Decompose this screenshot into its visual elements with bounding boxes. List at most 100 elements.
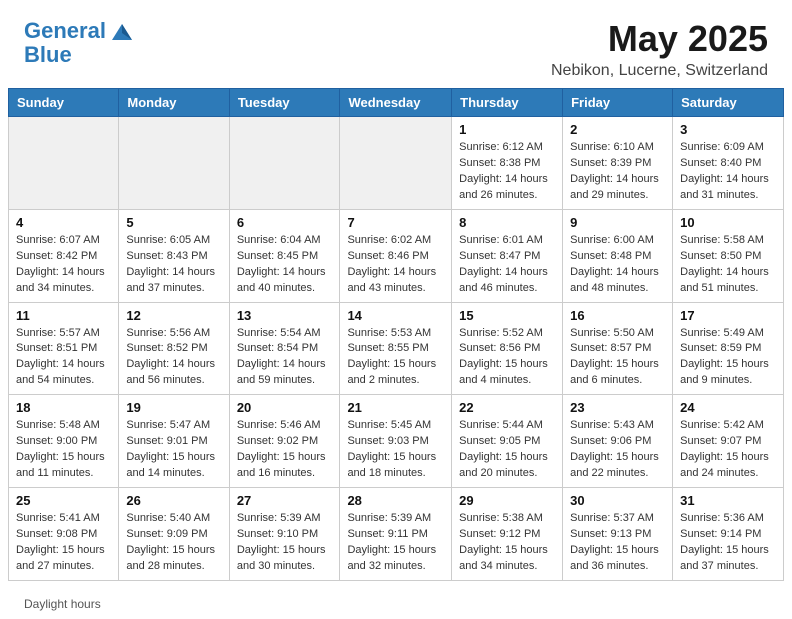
day-number: 17 <box>680 308 776 323</box>
day-cell-24: 24Sunrise: 5:42 AMSunset: 9:07 PMDayligh… <box>673 395 784 488</box>
day-info: Sunrise: 6:07 AMSunset: 8:42 PMDaylight:… <box>16 233 111 297</box>
day-cell-22: 22Sunrise: 5:44 AMSunset: 9:05 PMDayligh… <box>452 395 563 488</box>
logo: General Blue <box>24 18 138 68</box>
day-cell-13: 13 Sunrise: 5:54 AMSunset: 8:54 PMDayligh… <box>229 302 340 395</box>
day-info: Sunrise: 5:46 AMSunset: 9:02 PMDaylight:… <box>237 418 333 482</box>
day-cell-9: 9Sunrise: 6:00 AMSunset: 8:48 PMDaylight… <box>563 209 673 302</box>
day-cell-30: 30Sunrise: 5:37 AMSunset: 9:13 PMDayligh… <box>563 488 673 581</box>
day-cell-29: 29Sunrise: 5:38 AMSunset: 9:12 PMDayligh… <box>452 488 563 581</box>
day-cell-empty-0-1 <box>119 117 229 210</box>
location-title: Nebikon, Lucerne, Switzerland <box>551 62 768 80</box>
day-info: Sunrise: 6:05 AMSunset: 8:43 PMDaylight:… <box>126 233 221 297</box>
day-info: Sunrise: 5:49 AMSunset: 8:59 PMDaylight:… <box>680 326 776 390</box>
day-number: 18 <box>16 400 111 415</box>
day-info: Sunrise: 5:52 AMSunset: 8:56 PMDaylight:… <box>459 326 555 390</box>
calendar-body: 1Sunrise: 6:12 AMSunset: 8:38 PMDaylight… <box>9 117 784 581</box>
col-tuesday: Tuesday <box>229 89 340 117</box>
day-info: Sunrise: 6:02 AMSunset: 8:46 PMDaylight:… <box>347 233 444 297</box>
title-block: May 2025 Nebikon, Lucerne, Switzerland <box>551 18 768 80</box>
day-number: 28 <box>347 493 444 508</box>
daylight-label: Daylight hours <box>24 597 101 611</box>
day-info: Sunrise: 5:37 AMSunset: 9:13 PMDaylight:… <box>570 511 665 575</box>
day-cell-3: 3Sunrise: 6:09 AMSunset: 8:40 PMDaylight… <box>673 117 784 210</box>
footer: Daylight hours <box>0 589 792 619</box>
col-saturday: Saturday <box>673 89 784 117</box>
col-wednesday: Wednesday <box>340 89 452 117</box>
col-sunday: Sunday <box>9 89 119 117</box>
day-cell-empty-0-3 <box>340 117 452 210</box>
day-info: Sunrise: 5:40 AMSunset: 9:09 PMDaylight:… <box>126 511 221 575</box>
day-number: 31 <box>680 493 776 508</box>
day-info: Sunrise: 5:54 AMSunset: 8:54 PMDaylight:… <box>237 326 333 390</box>
day-cell-21: 21 Sunrise: 5:45 AMSunset: 9:03 PMDayligh… <box>340 395 452 488</box>
day-cell-empty-0-0 <box>9 117 119 210</box>
day-info: Sunrise: 5:42 AMSunset: 9:07 PMDaylight:… <box>680 418 776 482</box>
day-info: Sunrise: 5:58 AMSunset: 8:50 PMDaylight:… <box>680 233 776 297</box>
day-info: Sunrise: 5:50 AMSunset: 8:57 PMDaylight:… <box>570 326 665 390</box>
day-cell-31: 31 Sunrise: 5:36 AMSunset: 9:14 PMDayligh… <box>673 488 784 581</box>
day-cell-19: 19 Sunrise: 5:47 AMSunset: 9:01 PMDayligh… <box>119 395 229 488</box>
day-number: 21 <box>347 400 444 415</box>
day-info: Sunrise: 5:43 AMSunset: 9:06 PMDaylight:… <box>570 418 665 482</box>
day-info: Sunrise: 5:41 AMSunset: 9:08 PMDaylight:… <box>16 511 111 575</box>
calendar-header: Sunday Monday Tuesday Wednesday Thursday… <box>9 89 784 117</box>
day-number: 29 <box>459 493 555 508</box>
day-cell-12: 12 Sunrise: 5:56 AMSunset: 8:52 PMDayligh… <box>119 302 229 395</box>
day-cell-15: 15 Sunrise: 5:52 AMSunset: 8:56 PMDayligh… <box>452 302 563 395</box>
day-cell-27: 27 Sunrise: 5:39 AMSunset: 9:10 PMDayligh… <box>229 488 340 581</box>
day-info: Sunrise: 5:57 AMSunset: 8:51 PMDaylight:… <box>16 326 111 390</box>
day-number: 1 <box>459 122 555 137</box>
day-cell-empty-0-2 <box>229 117 340 210</box>
week-row-4: 18 Sunrise: 5:48 AMSunset: 9:00 PMDayligh… <box>9 395 784 488</box>
day-info: Sunrise: 5:39 AMSunset: 9:10 PMDaylight:… <box>237 511 333 575</box>
day-cell-26: 26 Sunrise: 5:40 AMSunset: 9:09 PMDayligh… <box>119 488 229 581</box>
day-number: 20 <box>237 400 333 415</box>
col-thursday: Thursday <box>452 89 563 117</box>
day-info: Sunrise: 5:47 AMSunset: 9:01 PMDaylight:… <box>126 418 221 482</box>
month-title: May 2025 <box>551 18 768 60</box>
day-number: 11 <box>16 308 111 323</box>
day-number: 26 <box>126 493 221 508</box>
day-number: 25 <box>16 493 111 508</box>
day-number: 13 <box>237 308 333 323</box>
day-info: Sunrise: 6:10 AMSunset: 8:39 PMDaylight:… <box>570 140 665 204</box>
day-number: 5 <box>126 215 221 230</box>
day-cell-17: 17 Sunrise: 5:49 AMSunset: 8:59 PMDayligh… <box>673 302 784 395</box>
day-cell-14: 14Sunrise: 5:53 AMSunset: 8:55 PMDayligh… <box>340 302 452 395</box>
day-number: 2 <box>570 122 665 137</box>
day-number: 19 <box>126 400 221 415</box>
day-number: 23 <box>570 400 665 415</box>
week-row-1: 1Sunrise: 6:12 AMSunset: 8:38 PMDaylight… <box>9 117 784 210</box>
day-cell-6: 6Sunrise: 6:04 AMSunset: 8:45 PMDaylight… <box>229 209 340 302</box>
day-number: 8 <box>459 215 555 230</box>
day-cell-8: 8 Sunrise: 6:01 AMSunset: 8:47 PMDaylight… <box>452 209 563 302</box>
page-header: General Blue May 2025 Nebikon, Lucerne, … <box>0 0 792 88</box>
day-cell-5: 5 Sunrise: 6:05 AMSunset: 8:43 PMDaylight… <box>119 209 229 302</box>
day-info: Sunrise: 5:39 AMSunset: 9:11 PMDaylight:… <box>347 511 444 575</box>
day-info: Sunrise: 5:45 AMSunset: 9:03 PMDaylight:… <box>347 418 444 482</box>
weekday-row: Sunday Monday Tuesday Wednesday Thursday… <box>9 89 784 117</box>
day-number: 12 <box>126 308 221 323</box>
day-info: Sunrise: 5:44 AMSunset: 9:05 PMDaylight:… <box>459 418 555 482</box>
day-number: 14 <box>347 308 444 323</box>
day-cell-28: 28 Sunrise: 5:39 AMSunset: 9:11 PMDayligh… <box>340 488 452 581</box>
day-cell-1: 1Sunrise: 6:12 AMSunset: 8:38 PMDaylight… <box>452 117 563 210</box>
day-info: Sunrise: 6:01 AMSunset: 8:47 PMDaylight:… <box>459 233 555 297</box>
week-row-3: 11 Sunrise: 5:57 AMSunset: 8:51 PMDayligh… <box>9 302 784 395</box>
day-cell-20: 20 Sunrise: 5:46 AMSunset: 9:02 PMDayligh… <box>229 395 340 488</box>
day-cell-7: 7Sunrise: 6:02 AMSunset: 8:46 PMDaylight… <box>340 209 452 302</box>
day-number: 27 <box>237 493 333 508</box>
day-info: Sunrise: 5:48 AMSunset: 9:00 PMDaylight:… <box>16 418 111 482</box>
day-info: Sunrise: 5:36 AMSunset: 9:14 PMDaylight:… <box>680 511 776 575</box>
day-cell-11: 11 Sunrise: 5:57 AMSunset: 8:51 PMDayligh… <box>9 302 119 395</box>
day-info: Sunrise: 5:56 AMSunset: 8:52 PMDaylight:… <box>126 326 221 390</box>
day-number: 4 <box>16 215 111 230</box>
logo-icon <box>108 18 136 46</box>
calendar-wrapper: Sunday Monday Tuesday Wednesday Thursday… <box>0 88 792 589</box>
day-number: 15 <box>459 308 555 323</box>
day-cell-4: 4 Sunrise: 6:07 AMSunset: 8:42 PMDaylight… <box>9 209 119 302</box>
col-friday: Friday <box>563 89 673 117</box>
day-info: Sunrise: 6:04 AMSunset: 8:45 PMDaylight:… <box>237 233 333 297</box>
logo-general: General <box>24 18 106 43</box>
day-cell-2: 2 Sunrise: 6:10 AMSunset: 8:39 PMDaylight… <box>563 117 673 210</box>
